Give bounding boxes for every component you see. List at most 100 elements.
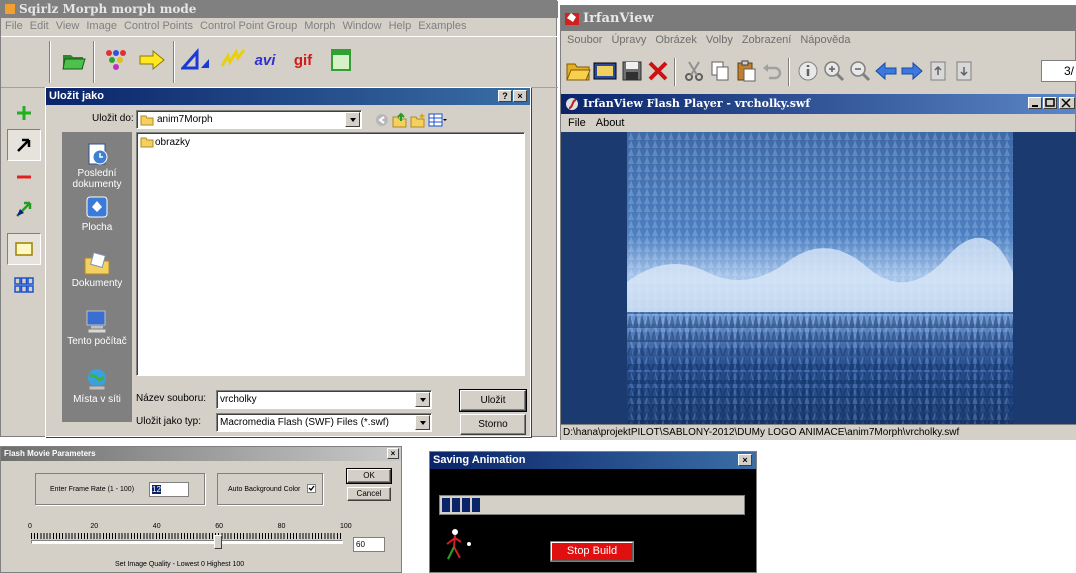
rectangle-tool[interactable] (7, 233, 41, 265)
save-dialog-titlebar: Uložit jako ? × (46, 88, 530, 105)
place-my-computer[interactable]: Tento počítač (62, 308, 132, 347)
zoom-in-button[interactable] (821, 58, 847, 84)
thumbnails-button[interactable] (592, 58, 618, 84)
frame-rate-input[interactable]: 12 (149, 482, 189, 497)
quality-input[interactable]: 60 (353, 537, 385, 552)
first-page-button[interactable] (925, 58, 951, 84)
place-label: Tento počítač (67, 336, 127, 347)
flash-export-button[interactable] (326, 45, 356, 75)
menu-napoveda[interactable]: Nápověda (800, 34, 850, 46)
remove-point-tool[interactable] (7, 161, 41, 193)
new-folder-button[interactable] (410, 112, 426, 128)
quality-slider-thumb[interactable] (214, 535, 223, 549)
save-button[interactable] (619, 58, 645, 84)
cut-button[interactable] (681, 58, 707, 84)
grid-tool[interactable] (7, 269, 41, 301)
menu-obrazek[interactable]: Obrázek (655, 34, 697, 46)
place-documents[interactable]: Dokumenty (62, 250, 132, 289)
ok-button[interactable]: OK (346, 468, 392, 484)
place-label: Místa v síti (73, 394, 121, 405)
delete-button[interactable] (645, 58, 671, 84)
select-tool[interactable] (7, 129, 41, 161)
zoom-out-button[interactable] (847, 58, 873, 84)
menu-zobrazeni[interactable]: Zobrazení (742, 34, 792, 46)
close-button[interactable]: × (513, 90, 527, 102)
chevron-down-icon[interactable] (345, 112, 360, 127)
filename-field[interactable]: vrcholky (216, 390, 432, 409)
copy-button[interactable] (707, 58, 733, 84)
cancel-button[interactable]: Cancel (347, 487, 391, 501)
quality-slider-track[interactable] (31, 540, 343, 544)
next-arrow-button[interactable] (137, 45, 167, 75)
cancel-button[interactable]: Storno (460, 414, 526, 435)
save-in-dropdown[interactable]: anim7Morph (136, 110, 362, 129)
open-folder-icon (566, 63, 591, 81)
previous-button[interactable] (873, 58, 899, 84)
menu-file[interactable]: File (5, 20, 23, 32)
stick-figure-icon (446, 529, 471, 560)
menu-about[interactable]: About (596, 117, 625, 129)
arrow-right-icon (139, 49, 165, 71)
filename-label: Název souboru: (136, 393, 207, 404)
saving-titlebar: Saving Animation × (430, 452, 756, 469)
minimize-button[interactable] (1028, 97, 1042, 109)
menu-file[interactable]: File (568, 117, 586, 129)
close-button[interactable]: × (738, 454, 752, 466)
menu-soubor[interactable]: Soubor (567, 34, 602, 46)
back-button[interactable] (374, 112, 390, 128)
menu-volby[interactable]: Volby (706, 34, 733, 46)
avi-export-button[interactable]: avi (248, 45, 282, 75)
menu-image[interactable]: Image (86, 20, 117, 32)
triangle-tool-button[interactable] (181, 45, 211, 75)
close-button[interactable] (1059, 97, 1075, 109)
menu-morph[interactable]: Morph (304, 20, 335, 32)
place-desktop[interactable]: Plocha (62, 194, 132, 233)
flash-params-dialog: Flash Movie Parameters × Enter Frame Rat… (0, 446, 402, 573)
filetype-dropdown[interactable]: Macromedia Flash (SWF) Files (*.swf) (216, 413, 432, 432)
maximize-button[interactable] (1043, 97, 1057, 109)
sqirlz-menubar: File Edit View Image Control Points Control P… (1, 18, 558, 35)
list-item[interactable]: obrazky (140, 136, 190, 148)
chevron-down-icon[interactable] (415, 392, 430, 407)
place-recent[interactable]: Poslední dokumenty (62, 140, 132, 190)
open-folder-button[interactable] (59, 45, 89, 75)
next-button[interactable] (899, 58, 925, 84)
close-button[interactable]: × (387, 448, 399, 459)
up-folder-button[interactable] (392, 112, 408, 128)
recent-documents-icon (88, 143, 108, 165)
menu-control-points[interactable]: Control Points (124, 20, 193, 32)
open-button[interactable] (565, 58, 591, 84)
menu-edit[interactable]: Edit (30, 20, 49, 32)
stop-build-button[interactable]: Stop Build (550, 541, 634, 562)
menu-help[interactable]: Help (389, 20, 412, 32)
save-button[interactable]: Uložit (459, 389, 527, 412)
flash-player-window: IrfanView Flash Player - vrcholky.swf Fi… (561, 92, 1076, 440)
chevron-down-icon[interactable] (415, 415, 430, 430)
auto-bg-checkbox[interactable] (307, 484, 316, 493)
control-points-button[interactable] (101, 45, 131, 75)
menu-view[interactable]: View (56, 20, 80, 32)
file-list[interactable]: obrazky (136, 132, 525, 376)
add-point-tool[interactable] (7, 97, 41, 129)
morph-run-button[interactable] (219, 45, 249, 75)
menu-window[interactable]: Window (342, 20, 381, 32)
paste-button[interactable] (733, 58, 759, 84)
menu-upravy[interactable]: Úpravy (611, 34, 646, 46)
computer-icon (86, 310, 107, 334)
undo-button[interactable] (759, 58, 785, 84)
menu-examples[interactable]: Examples (418, 20, 466, 32)
place-label: Dokumenty (71, 278, 123, 289)
last-page-button[interactable] (951, 58, 977, 84)
move-point-tool[interactable] (7, 193, 41, 225)
info-button[interactable] (795, 58, 821, 84)
file-name: obrazky (155, 136, 191, 148)
place-label: Poslední dokumenty (72, 168, 122, 190)
menu-control-point-group[interactable]: Control Point Group (200, 20, 297, 32)
gif-export-button[interactable]: gif (286, 45, 320, 75)
help-button[interactable]: ? (498, 90, 512, 102)
place-network[interactable]: Místa v síti (62, 366, 132, 405)
arrow-pointer-icon (17, 138, 31, 152)
view-menu-button[interactable] (428, 112, 448, 128)
frame-rate-group: Enter Frame Rate (1 - 100) 12 (35, 473, 205, 505)
back-arrow-icon (376, 114, 388, 126)
